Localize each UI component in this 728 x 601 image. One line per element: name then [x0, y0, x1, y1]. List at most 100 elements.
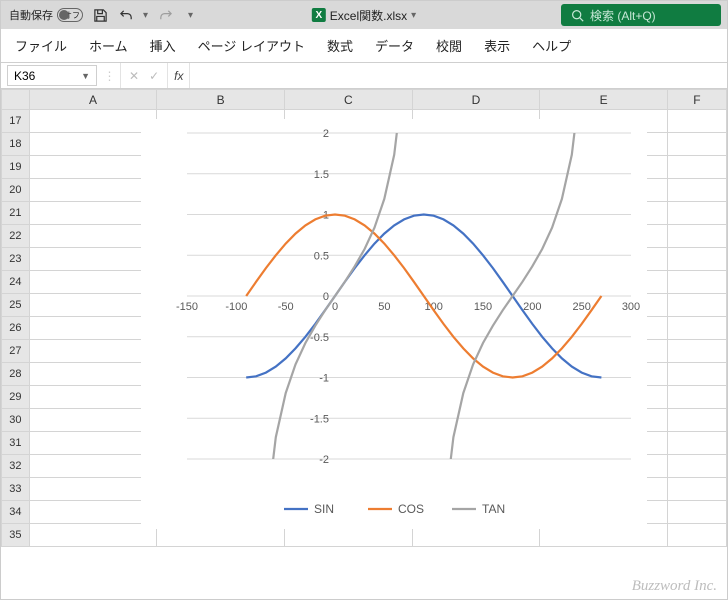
- tab-2[interactable]: 挿入: [150, 36, 176, 55]
- row-header[interactable]: 26: [2, 317, 30, 340]
- tab-5[interactable]: データ: [375, 36, 414, 55]
- row-header[interactable]: 30: [2, 409, 30, 432]
- toggle-switch[interactable]: オフ: [57, 8, 83, 22]
- tab-6[interactable]: 校閲: [436, 36, 462, 55]
- series-TAN: [256, 119, 591, 529]
- cell[interactable]: [667, 133, 726, 156]
- cell[interactable]: [29, 524, 157, 547]
- name-box[interactable]: K36 ▼: [7, 65, 97, 86]
- cell[interactable]: [667, 455, 726, 478]
- cell[interactable]: [29, 501, 157, 524]
- cell[interactable]: [667, 271, 726, 294]
- col-header[interactable]: F: [667, 90, 726, 110]
- tab-3[interactable]: ページ レイアウト: [198, 36, 305, 55]
- search-placeholder: 検索 (Alt+Q): [590, 7, 656, 24]
- undo-dropdown-icon[interactable]: ▾: [143, 10, 148, 21]
- y-tick-label: 0.5: [314, 250, 329, 262]
- col-header[interactable]: E: [540, 90, 668, 110]
- excel-app-icon: X: [312, 8, 326, 22]
- y-tick-label: 0: [323, 291, 329, 303]
- qat-customize-icon[interactable]: ▾: [188, 10, 193, 21]
- enter-icon[interactable]: ✓: [149, 69, 159, 83]
- row-header[interactable]: 19: [2, 156, 30, 179]
- cell[interactable]: [667, 363, 726, 386]
- formula-input[interactable]: [190, 63, 727, 88]
- filename-dropdown-icon[interactable]: ▾: [411, 10, 416, 21]
- row-header[interactable]: 28: [2, 363, 30, 386]
- row-header[interactable]: 33: [2, 478, 30, 501]
- cell[interactable]: [667, 225, 726, 248]
- cell[interactable]: [667, 501, 726, 524]
- cell[interactable]: [29, 317, 157, 340]
- tab-4[interactable]: 数式: [327, 36, 353, 55]
- row-header[interactable]: 34: [2, 501, 30, 524]
- y-tick-label: -2: [319, 454, 329, 466]
- row-header[interactable]: 35: [2, 524, 30, 547]
- cell[interactable]: [29, 248, 157, 271]
- autosave-toggle[interactable]: 自動保存 オフ: [9, 7, 83, 23]
- row-header[interactable]: 25: [2, 294, 30, 317]
- cell[interactable]: [29, 156, 157, 179]
- cell[interactable]: [667, 294, 726, 317]
- row-header[interactable]: 24: [2, 271, 30, 294]
- row-header[interactable]: 31: [2, 432, 30, 455]
- tab-0[interactable]: ファイル: [15, 36, 67, 55]
- cell[interactable]: [667, 179, 726, 202]
- window-title: X Excel関数.xlsx ▾: [312, 7, 416, 24]
- cell[interactable]: [667, 110, 726, 133]
- row-header[interactable]: 27: [2, 340, 30, 363]
- cell[interactable]: [29, 294, 157, 317]
- save-icon[interactable]: [91, 6, 109, 24]
- redo-icon[interactable]: [156, 6, 174, 24]
- col-header[interactable]: C: [284, 90, 412, 110]
- row-header[interactable]: 17: [2, 110, 30, 133]
- cell[interactable]: [667, 340, 726, 363]
- row-header[interactable]: 21: [2, 202, 30, 225]
- row-header[interactable]: 20: [2, 179, 30, 202]
- row-header[interactable]: 29: [2, 386, 30, 409]
- row-header[interactable]: 23: [2, 248, 30, 271]
- cell[interactable]: [29, 386, 157, 409]
- cell[interactable]: [29, 478, 157, 501]
- cancel-icon[interactable]: ✕: [129, 69, 139, 83]
- x-tick-label: 50: [378, 301, 390, 313]
- worksheet-area[interactable]: ABCDEF 171819202122232425262728293031323…: [1, 89, 727, 601]
- cell[interactable]: [29, 202, 157, 225]
- cell[interactable]: [667, 478, 726, 501]
- select-all-corner[interactable]: [2, 90, 30, 110]
- cell[interactable]: [667, 524, 726, 547]
- col-header[interactable]: D: [412, 90, 540, 110]
- row-header[interactable]: 18: [2, 133, 30, 156]
- cell[interactable]: [29, 363, 157, 386]
- cell[interactable]: [29, 340, 157, 363]
- col-header[interactable]: B: [157, 90, 285, 110]
- search-box[interactable]: 検索 (Alt+Q): [561, 4, 721, 26]
- cell[interactable]: [667, 317, 726, 340]
- col-header[interactable]: A: [29, 90, 157, 110]
- undo-icon[interactable]: [117, 6, 135, 24]
- tab-8[interactable]: ヘルプ: [532, 36, 571, 55]
- chart-object[interactable]: -2-1.5-1-0.500.511.52-150-100-5005010015…: [141, 119, 647, 529]
- cell[interactable]: [29, 133, 157, 156]
- cell[interactable]: [667, 248, 726, 271]
- row-header[interactable]: 32: [2, 455, 30, 478]
- cell[interactable]: [667, 156, 726, 179]
- cell[interactable]: [667, 386, 726, 409]
- cell[interactable]: [29, 409, 157, 432]
- cell[interactable]: [29, 271, 157, 294]
- cell[interactable]: [29, 110, 157, 133]
- cell[interactable]: [29, 455, 157, 478]
- cell[interactable]: [29, 179, 157, 202]
- cell[interactable]: [29, 225, 157, 248]
- name-box-dropdown-icon[interactable]: ▼: [81, 71, 90, 81]
- cell[interactable]: [667, 409, 726, 432]
- tab-1[interactable]: ホーム: [89, 36, 128, 55]
- formula-bar: K36 ▼ ⋮ ✕ ✓ fx: [1, 63, 727, 89]
- tab-7[interactable]: 表示: [484, 36, 510, 55]
- line-chart: -2-1.5-1-0.500.511.52-150-100-5005010015…: [141, 119, 647, 529]
- row-header[interactable]: 22: [2, 225, 30, 248]
- cell[interactable]: [667, 202, 726, 225]
- cell[interactable]: [667, 432, 726, 455]
- cell[interactable]: [29, 432, 157, 455]
- fx-label[interactable]: fx: [168, 63, 190, 88]
